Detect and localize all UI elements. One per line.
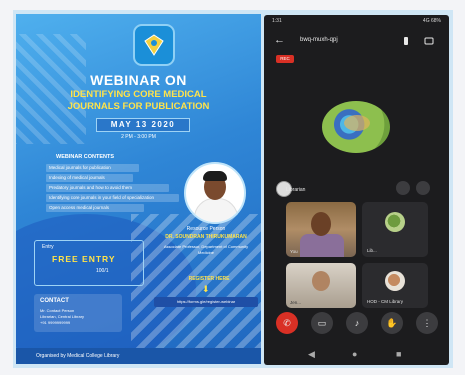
speaker-name: DR. SOUNDRAN THIRUKUMARAN (165, 234, 247, 240)
register-label: REGISTER HERE (188, 276, 230, 282)
poster-footer: Organised by Medical College Library (16, 348, 261, 364)
contact-line: +91 9999999999 (40, 320, 71, 325)
muted-mic-icon (396, 181, 410, 195)
participant-name: HOD - CM Library (367, 299, 404, 304)
subheading-line-2: JOURNALS FOR PUBLICATION (67, 101, 210, 112)
arrow-down-icon: ⬇ (202, 284, 210, 294)
poster-heading: WEBINAR ON (90, 72, 187, 88)
agenda-title: WEBINAR CONTENTS (56, 154, 115, 160)
participant-name: Lib... (367, 248, 377, 253)
poster-subheading: IDENTIFYING CORE MEDICAL JOURNALS FOR PU… (16, 89, 261, 113)
speaker-intro: Resource Person (186, 226, 226, 232)
participant-avatar (385, 271, 405, 291)
nav-back-icon[interactable]: ◀ (308, 349, 315, 360)
main-participant-name: Librarian (286, 187, 306, 193)
status-battery: 4G 68% (422, 18, 441, 24)
participant-tile[interactable]: Lib... (362, 202, 428, 257)
webinar-poster: WEBINAR ON IDENTIFYING CORE MEDICAL JOUR… (16, 14, 261, 364)
status-bar: 1:31 4G 68% (264, 15, 449, 29)
switch-camera-icon[interactable] (424, 36, 434, 46)
participant-tile-video[interactable]: You (286, 202, 356, 257)
hand-raise-icon[interactable]: ✋ (381, 312, 403, 334)
more-options-icon[interactable]: ⋮ (416, 312, 438, 334)
agenda-item: Medical journals for publication (46, 164, 139, 172)
entry-code: 100/1 (96, 268, 109, 274)
camera-icon[interactable]: ▭ (311, 312, 333, 334)
recording-badge: REC (276, 55, 294, 63)
speaker-icon[interactable] (402, 36, 410, 46)
call-controls: ✆ ▭ ♪ ✋ ⋮ (264, 312, 449, 338)
speaker-details: Associate Professor, Department of Commu… (163, 244, 249, 255)
participant-tile-video[interactable]: Jen... (286, 263, 356, 308)
participant-options-icon[interactable] (416, 181, 430, 195)
participant-avatar (385, 212, 405, 232)
webinar-time: 2 PM - 3:00 PM (121, 134, 156, 140)
participant-name: You (290, 249, 298, 254)
entry-label: Entry (42, 244, 54, 250)
contact-details: Mr. Contact Person Librarian, Central Li… (40, 308, 84, 326)
meet-phone-screen: 1:31 4G 68% ← bwq-muxh-qpj REC Librarian… (264, 15, 449, 365)
speaker-photo (184, 162, 246, 224)
subheading-line-1: IDENTIFYING CORE MEDICAL (70, 89, 207, 100)
agenda-item: Predatory journals and how to avoid them (46, 184, 169, 192)
participant-name: Jen... (290, 300, 302, 305)
agenda-item: Indexing of medical journals (46, 174, 133, 182)
status-time: 1:31 (272, 18, 282, 24)
contact-title: CONTACT (40, 298, 69, 304)
end-call-icon[interactable]: ✆ (276, 312, 298, 334)
back-arrow-icon[interactable]: ← (274, 34, 285, 46)
meeting-code[interactable]: bwq-muxh-qpj (300, 37, 338, 43)
agenda-item: Open access medical journals (46, 204, 144, 212)
agenda-list: Medical journals for publication Indexin… (46, 164, 186, 214)
register-link[interactable]: https://forms.gle/register-webinar (154, 297, 258, 307)
nav-home-icon[interactable]: ● (352, 349, 357, 359)
system-nav-bar: ◀ ● ■ (264, 345, 449, 365)
agenda-item: Identifying core journals in your field … (46, 194, 179, 202)
meet-top-bar: ← bwq-muxh-qpj (264, 31, 449, 53)
microphone-icon[interactable]: ♪ (346, 312, 368, 334)
nav-recents-icon[interactable]: ■ (396, 349, 401, 359)
webinar-date: MAY 13 2020 (96, 118, 190, 132)
main-participant-avatar (322, 101, 390, 153)
participant-tile[interactable]: HOD - CM Library (362, 263, 428, 308)
college-logo-icon (133, 24, 175, 66)
free-entry-label: FREE ENTRY (52, 254, 116, 264)
